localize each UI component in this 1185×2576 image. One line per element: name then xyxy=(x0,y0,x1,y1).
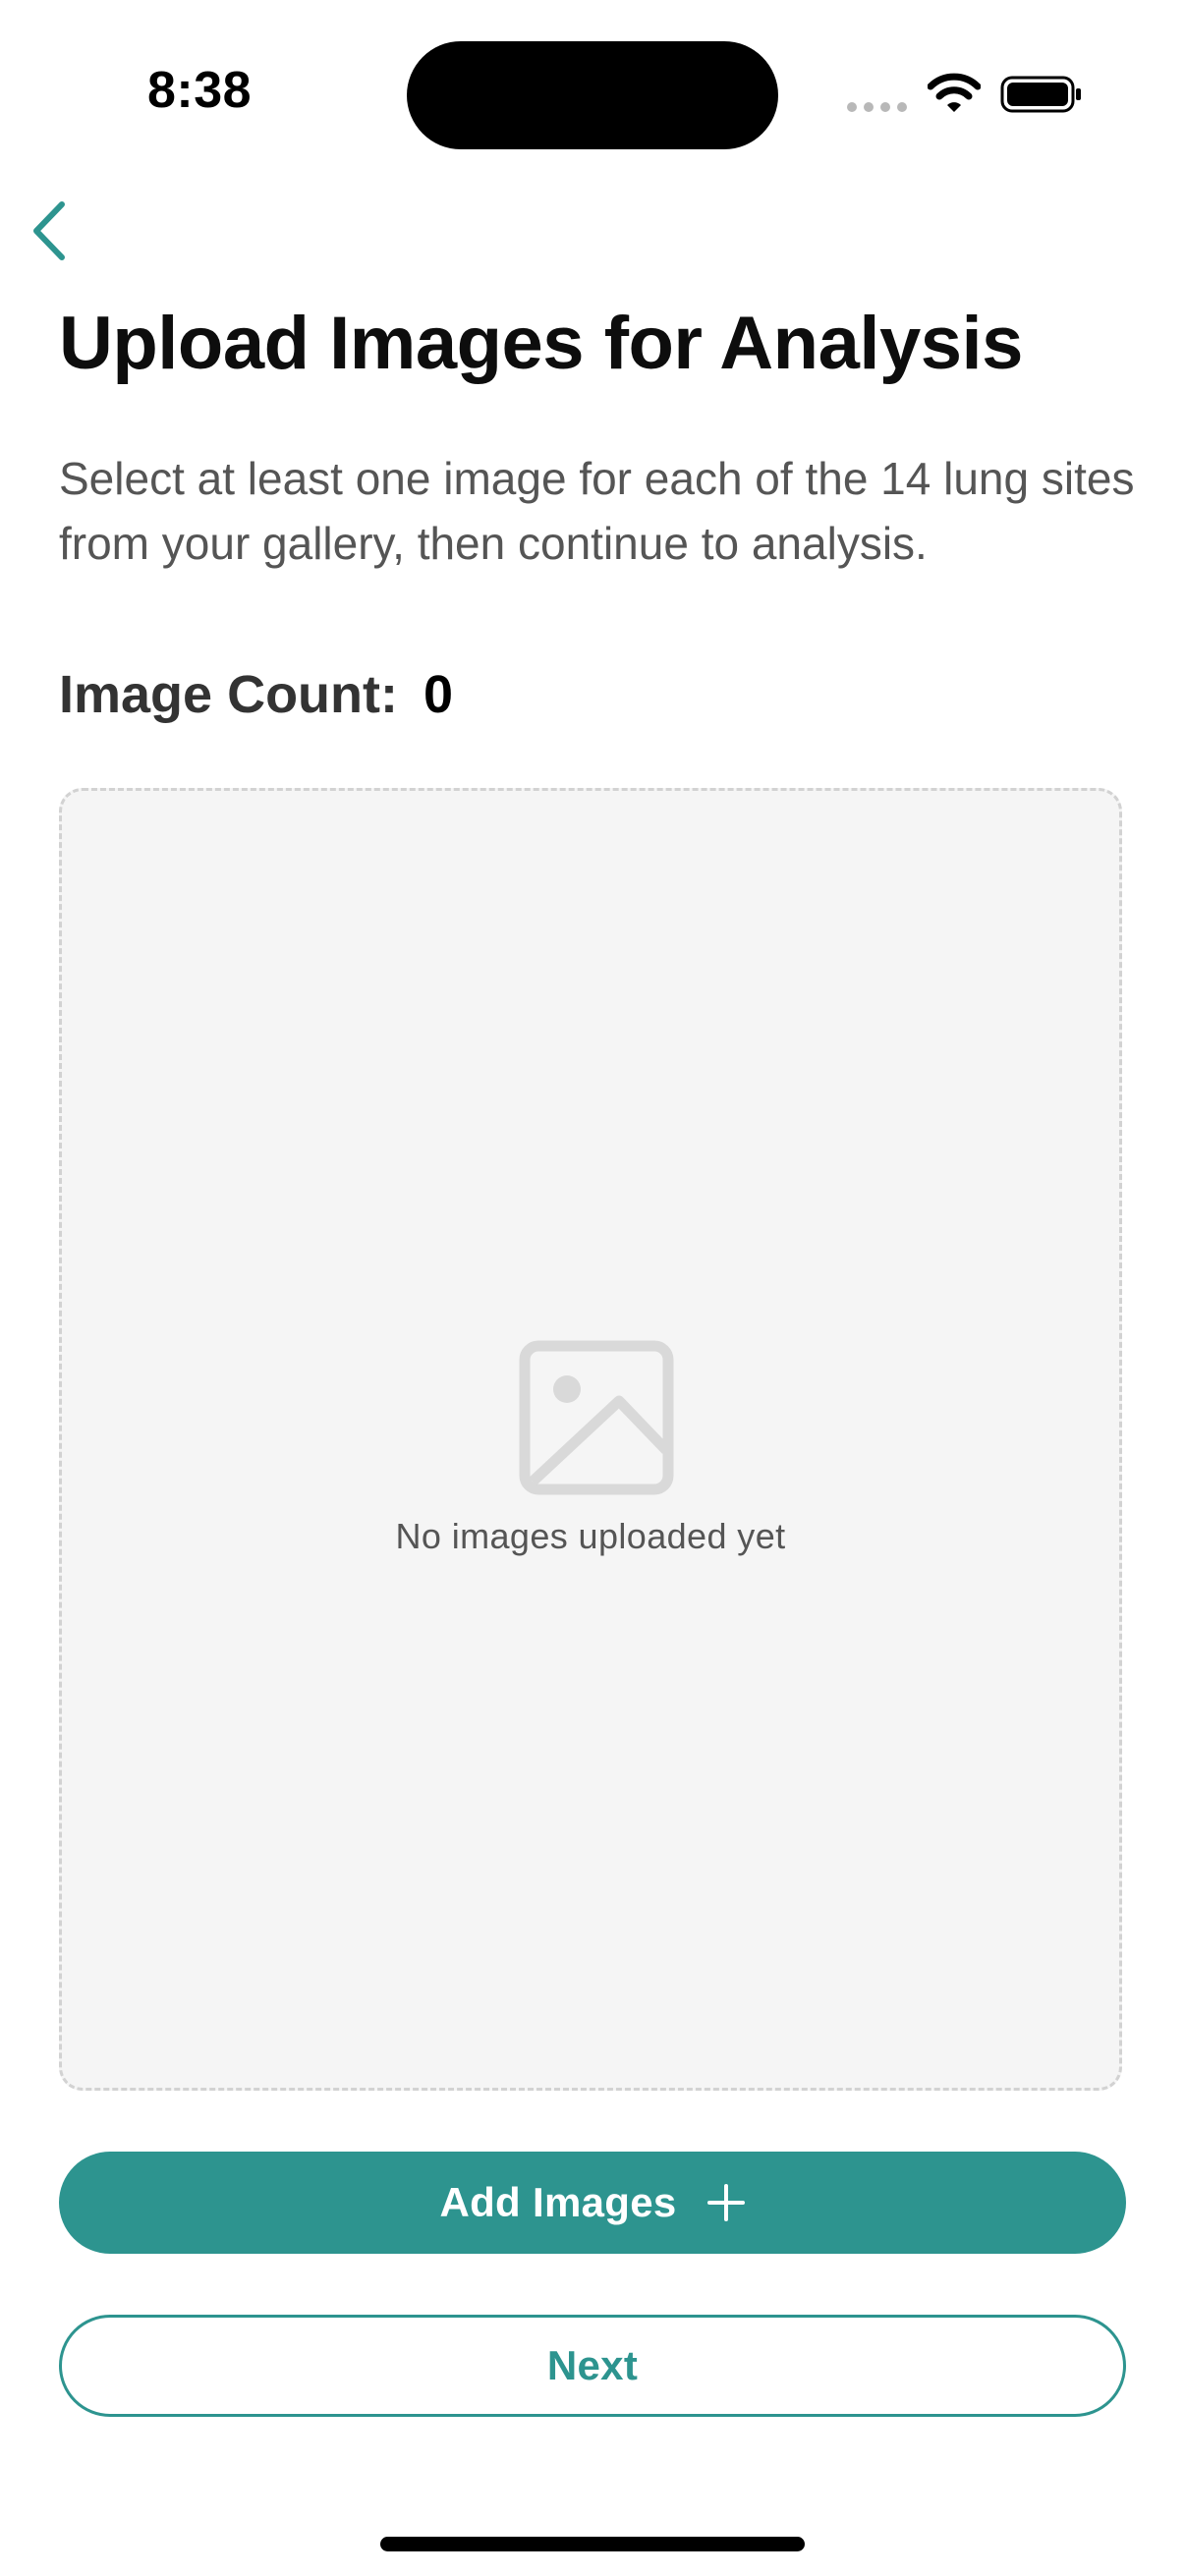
cellular-signal-icon xyxy=(847,102,908,114)
empty-state-text: No images uploaded yet xyxy=(395,1516,786,1556)
battery-icon xyxy=(1000,76,1081,113)
image-count: Image Count: 0 xyxy=(59,660,453,729)
home-indicator xyxy=(380,2537,805,2551)
chevron-left-icon xyxy=(33,201,65,260)
wifi-icon xyxy=(928,73,981,112)
image-count-value: 0 xyxy=(423,665,454,724)
dynamic-island xyxy=(407,41,778,149)
next-button[interactable]: Next xyxy=(59,2315,1126,2417)
status-time: 8:38 xyxy=(147,62,253,119)
page-title: Upload Images for Analysis xyxy=(59,302,1023,385)
image-count-label: Image Count: xyxy=(59,665,398,724)
page-description: Select at least one image for each of th… xyxy=(59,453,1135,569)
image-placeholder-icon xyxy=(519,1340,674,1495)
back-button[interactable] xyxy=(14,193,83,269)
next-label: Next xyxy=(546,2342,639,2388)
plus-icon xyxy=(706,2184,745,2221)
add-images-button[interactable]: Add Images xyxy=(59,2152,1126,2254)
add-images-label: Add Images xyxy=(439,2179,677,2225)
image-dropzone: No images uploaded yet xyxy=(59,788,1122,2091)
